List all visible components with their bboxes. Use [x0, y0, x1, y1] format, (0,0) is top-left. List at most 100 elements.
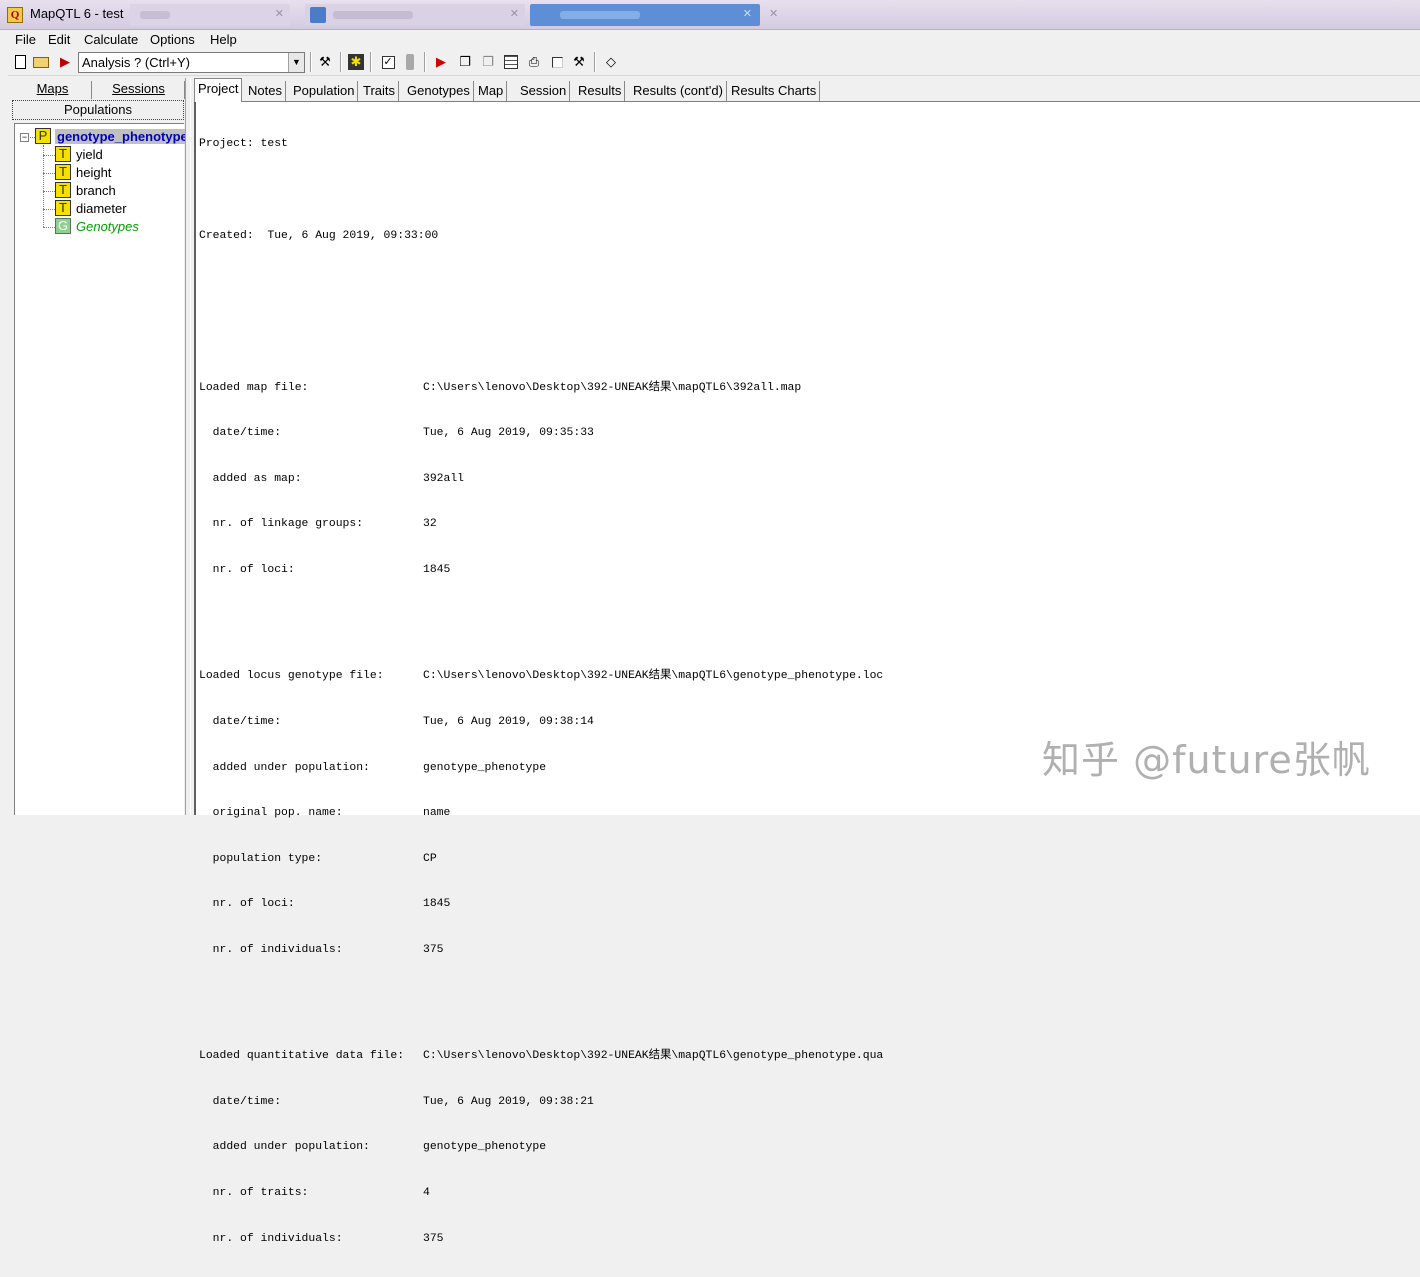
tree-node-trait[interactable]: diameter	[76, 201, 127, 216]
menu-bar: File Edit Calculate Options Help	[8, 30, 1420, 50]
log-row: added under population: genotype_phenotyp…	[199, 1141, 547, 1154]
tab-project[interactable]: Project	[194, 78, 243, 102]
collapse-icon[interactable]: −	[20, 133, 29, 142]
paste-button[interactable]: ❐	[479, 53, 497, 71]
log-row: population type: CP	[199, 852, 437, 865]
calculate-button[interactable]: ✱	[347, 53, 365, 71]
close-icon[interactable]: ✕	[510, 7, 519, 20]
trait-icon: T	[55, 200, 71, 216]
tree-connector	[43, 191, 55, 192]
tab-notes-label: Notes	[248, 83, 282, 98]
tree-node-genotype-phenotype[interactable]: genotype_phenotype	[55, 129, 190, 144]
log-row: nr. of traits: 4	[199, 1187, 430, 1200]
trait-icon: T	[55, 182, 71, 198]
print-button[interactable]: ⎙	[525, 53, 543, 71]
analysis-select-value: Analysis ? (Ctrl+Y)	[82, 55, 190, 70]
toolbar-separator	[310, 52, 312, 72]
menu-edit[interactable]: Edit	[48, 32, 70, 47]
tab-results-charts[interactable]: Results Charts	[728, 81, 821, 101]
trait-icon: T	[55, 164, 71, 180]
tab-sessions-label: Sessions	[112, 81, 165, 96]
copy-icon: ❐	[459, 54, 471, 69]
log-created: Created: Tue, 6 Aug 2019, 09:33:00	[199, 229, 439, 242]
analysis-select[interactable]: Analysis ? (Ctrl+Y) ▼	[78, 52, 305, 73]
taskbar-tab-2[interactable]: ✕	[305, 4, 525, 26]
tree-node-trait[interactable]: yield	[76, 147, 103, 162]
import-button[interactable]: ▶	[56, 53, 74, 71]
taskbar-tab-3[interactable]: ✕	[530, 4, 760, 26]
tab-traits[interactable]: Traits	[360, 81, 400, 101]
tab-maps-label: Maps	[36, 81, 69, 96]
tab-project-label: Project	[198, 81, 239, 96]
table-icon	[504, 55, 518, 69]
taskbar-tab-1[interactable]: ✕	[130, 4, 290, 26]
eraser-button[interactable]: ◇	[602, 53, 620, 71]
tree-connector	[43, 173, 55, 174]
log-row: added as map: 392all	[199, 472, 465, 485]
menu-file[interactable]: File	[15, 32, 36, 47]
copy-button[interactable]: ❐	[456, 53, 474, 71]
toolbar-separator	[370, 52, 372, 72]
calculate-icon: ✱	[348, 54, 364, 70]
tab-session[interactable]: Session	[517, 81, 571, 101]
stop-icon	[406, 54, 414, 70]
menu-calculate[interactable]: Calculate	[84, 32, 138, 47]
tab-map[interactable]: Map	[475, 81, 508, 101]
project-content[interactable]: Project: test Created: Tue, 6 Aug 2019, …	[194, 101, 1420, 1245]
tab-sessions[interactable]: Sessions	[93, 81, 185, 99]
new-file-button[interactable]	[11, 53, 29, 71]
tree-node-trait[interactable]: branch	[76, 183, 116, 198]
tree-node-genotypes[interactable]: Genotypes	[76, 219, 139, 234]
tree-connector	[43, 209, 55, 210]
menu-options[interactable]: Options	[150, 32, 195, 47]
mapqtl-app-icon[interactable]: Q	[7, 7, 23, 23]
log-project: Project: test	[199, 138, 288, 151]
log-row: date/time: Tue, 6 Aug 2019, 09:38:21	[199, 1095, 594, 1108]
chevron-down-icon[interactable]: ▼	[288, 53, 304, 72]
tools-button[interactable]: ⚒	[316, 53, 334, 71]
population-tree: − P genotype_phenotype T yield T height …	[14, 123, 190, 815]
tree-connector	[43, 155, 55, 156]
trait-icon: T	[55, 146, 71, 162]
printer-icon: ⎙	[528, 54, 540, 69]
menu-help[interactable]: Help	[210, 32, 237, 47]
stop-button[interactable]	[401, 53, 419, 71]
settings-button[interactable]: ⚒	[570, 53, 588, 71]
tab-genotypes-label: Genotypes	[407, 83, 470, 98]
check-button[interactable]: ✓	[379, 53, 397, 71]
tab-results-contd[interactable]: Results (cont'd)	[630, 81, 727, 101]
tree-connector	[43, 227, 55, 228]
log-loc-file-header: Loaded locus genotype file: C:\Users\leno…	[199, 670, 884, 683]
close-icon[interactable]: ✕	[743, 7, 752, 20]
log-map-file-header: Loaded map file: C:\Users\lenovo\Desktop\…	[199, 381, 802, 394]
pane-splitter[interactable]	[185, 78, 191, 815]
toolbar-separator	[424, 52, 426, 72]
run-button[interactable]: ▶	[432, 53, 450, 71]
tab-population-label: Population	[293, 83, 355, 98]
tab-maps[interactable]: Maps	[14, 81, 92, 99]
title-bar: Q MapQTL 6 - test ✕ ✕ ✕ ✕	[0, 0, 1420, 30]
log-row: nr. of loci: 1845	[199, 563, 451, 576]
log-row: nr. of individuals: 375	[199, 943, 444, 956]
option-checkbox[interactable]	[548, 53, 566, 71]
toolbar-separator	[594, 52, 596, 72]
log-row: original pop. name: name	[199, 807, 451, 820]
tab-results[interactable]: Results	[575, 81, 626, 101]
open-file-button[interactable]	[32, 53, 50, 71]
taskbar-tab-4[interactable]: ✕	[765, 4, 785, 26]
table-button[interactable]	[502, 53, 520, 71]
tree-node-trait[interactable]: height	[76, 165, 111, 180]
tab-population[interactable]: Population	[290, 81, 359, 101]
watermark: 知乎 @future张帆	[1042, 738, 1371, 782]
tab-genotypes[interactable]: Genotypes	[404, 81, 474, 101]
toolbar: ▶ Analysis ? (Ctrl+Y) ▼ ⚒ ✱ ✓ ▶ ❐ ❐ ⎙ ⚒ …	[8, 50, 1420, 76]
checkbox-checked-icon: ✓	[381, 55, 395, 69]
log-row: date/time: Tue, 6 Aug 2019, 09:35:33	[199, 427, 594, 440]
tab-notes[interactable]: Notes	[245, 81, 286, 101]
log-row: added under population: genotype_phenotyp…	[199, 761, 547, 774]
close-icon[interactable]: ✕	[769, 7, 778, 20]
log-row: date/time: Tue, 6 Aug 2019, 09:38:14	[199, 715, 594, 728]
window-title: MapQTL 6 - test	[30, 6, 124, 21]
close-icon[interactable]: ✕	[275, 7, 284, 20]
tab-populations[interactable]: Populations	[12, 100, 184, 120]
